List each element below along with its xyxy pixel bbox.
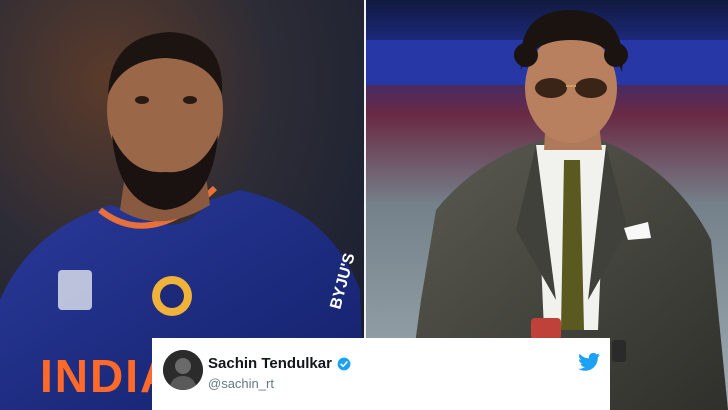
twitter-bird-icon[interactable]: [578, 352, 600, 372]
author-handle[interactable]: @sachin_rt: [208, 376, 274, 391]
tweet-card[interactable]: Sachin Tendulkar @sachin_rt: [152, 338, 610, 410]
author-name[interactable]: Sachin Tendulkar: [208, 355, 332, 372]
avatar[interactable]: [163, 350, 203, 390]
author-name-row: Sachin Tendulkar: [208, 355, 351, 372]
verified-icon: [337, 357, 351, 370]
avatar-image: [163, 350, 203, 390]
